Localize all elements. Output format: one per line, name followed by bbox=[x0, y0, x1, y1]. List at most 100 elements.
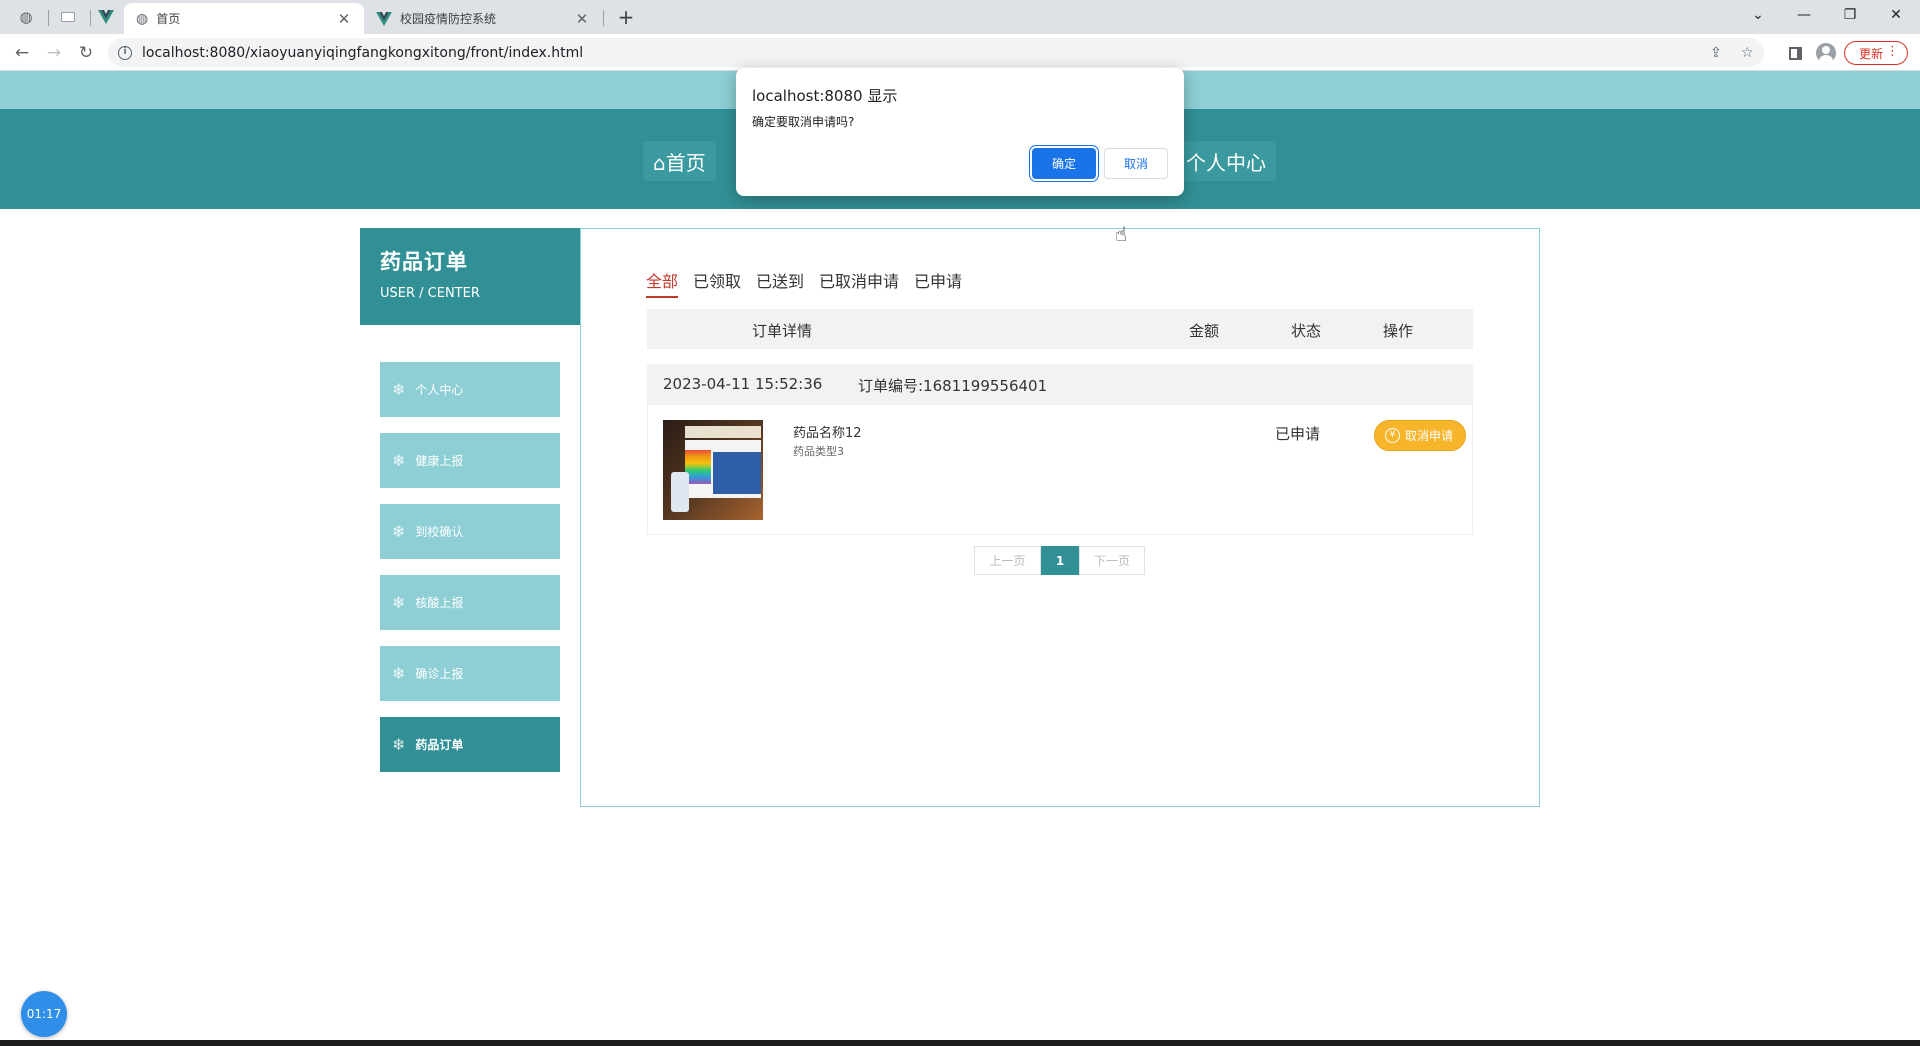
snowflake-icon: ❄ bbox=[392, 451, 406, 470]
update-button[interactable]: 更新 ⋮ bbox=[1844, 41, 1908, 65]
profile-button[interactable] bbox=[1815, 42, 1837, 64]
page-1-button[interactable]: 1 bbox=[1041, 546, 1079, 575]
tab-system[interactable]: 校园疫情防控系统 ✕ bbox=[364, 3, 602, 34]
back-button[interactable]: ← bbox=[10, 41, 34, 65]
sidebar-item-medicine-orders[interactable]: ❄ 药品订单 bbox=[380, 717, 560, 772]
tab-search-button[interactable]: ⌄ bbox=[1735, 0, 1781, 30]
product-type: 药品类型3 bbox=[793, 445, 844, 458]
tab-title: 首页 bbox=[156, 12, 181, 26]
filter-tab-cancelled[interactable]: 已取消申请 bbox=[819, 268, 899, 296]
sidepanel-icon bbox=[1788, 46, 1802, 60]
restore-button[interactable]: ❐ bbox=[1827, 0, 1873, 30]
close-icon: ✕ bbox=[1890, 7, 1902, 23]
sidepanel-button[interactable] bbox=[1784, 42, 1806, 64]
table-header: 订单详情 金额 状态 操作 bbox=[647, 309, 1473, 349]
prev-page-button[interactable]: 上一页 bbox=[974, 546, 1041, 575]
globe-icon: ◍ bbox=[136, 10, 149, 27]
restore-icon: ❐ bbox=[1843, 7, 1857, 23]
browser-toolbar: ← → ↻ i localhost:8080/xiaoyuanyiqingfan… bbox=[0, 34, 1920, 71]
snowflake-icon: ❄ bbox=[392, 593, 406, 612]
sidebar-item-label: 确诊上报 bbox=[415, 667, 464, 681]
filter-tab-applied[interactable]: 已申请 bbox=[914, 268, 962, 296]
product-name: 药品名称12 bbox=[793, 426, 862, 441]
sidebar-item-label: 到校确认 bbox=[415, 525, 464, 539]
sidebar-item-school-arrival[interactable]: ❄ 到校确认 bbox=[380, 504, 560, 559]
filter-tab-delivered[interactable]: 已送到 bbox=[756, 268, 804, 296]
filter-tab-received[interactable]: 已领取 bbox=[693, 268, 741, 296]
filter-tab-all[interactable]: 全部 bbox=[646, 268, 679, 298]
snowflake-icon: ❄ bbox=[392, 664, 406, 683]
reload-button[interactable]: ↻ bbox=[74, 41, 98, 65]
sidebar-item-label: 个人中心 bbox=[415, 383, 464, 397]
forward-button[interactable]: → bbox=[42, 41, 66, 65]
cancel-application-button[interactable]: ¥ 取消申请 bbox=[1374, 420, 1466, 451]
header-order-detail: 订单详情 bbox=[752, 322, 813, 340]
more-icon: ⋮ bbox=[1886, 44, 1899, 59]
header-action: 操作 bbox=[1383, 322, 1414, 340]
browser-tabstrip: ◍ ◍ 首页 ✕ 校园疫情防控系统 ✕ + ⌄ — ❐ ✕ bbox=[0, 0, 1920, 34]
timer-badge[interactable]: 01:17 bbox=[21, 991, 67, 1037]
address-bar[interactable]: i localhost:8080/xiaoyuanyiqingfangkongx… bbox=[108, 38, 1764, 67]
sidebar-item-user-center[interactable]: ❄ 个人中心 bbox=[380, 362, 560, 417]
sidebar-item-health-report[interactable]: ❄ 健康上报 bbox=[380, 433, 560, 488]
cancel-application-label: 取消申请 bbox=[1405, 429, 1454, 443]
nav-item-user-center[interactable]: 个人中心 bbox=[1176, 141, 1276, 181]
confirm-dialog: localhost:8080 显示 确定要取消申请吗? 确定 取消 bbox=[736, 68, 1184, 196]
dialog-title: localhost:8080 显示 bbox=[752, 87, 898, 105]
tab-title: 校园疫情防控系统 bbox=[400, 12, 497, 26]
globe-icon: ◍ bbox=[19, 8, 33, 26]
star-icon[interactable]: ☆ bbox=[1741, 38, 1754, 67]
nav-item-home[interactable]: ⌂首页 bbox=[643, 141, 716, 181]
pinned-tab-globe[interactable]: ◍ bbox=[10, 4, 42, 30]
url-text: localhost:8080/xiaoyuanyiqingfangkongxit… bbox=[142, 44, 584, 61]
vue-logo-icon bbox=[98, 10, 114, 24]
sidebar-item-label: 药品订单 bbox=[415, 738, 464, 752]
sidebar-item-label: 核酸上报 bbox=[415, 596, 464, 610]
snowflake-icon: ❄ bbox=[392, 380, 406, 399]
dialog-cancel-button[interactable]: 取消 bbox=[1104, 148, 1168, 179]
minimize-button[interactable]: — bbox=[1781, 0, 1827, 30]
order-header-row: 2023-04-11 15:52:36 订单编号:1681199556401 bbox=[647, 364, 1473, 405]
dialog-message: 确定要取消申请吗? bbox=[752, 115, 855, 129]
sidebar-subtitle: USER / CENTER bbox=[380, 286, 480, 301]
product-image-bottle bbox=[671, 472, 689, 512]
tab-close-icon[interactable]: ✕ bbox=[574, 10, 590, 28]
header-amount: 金额 bbox=[1189, 322, 1220, 340]
info-icon[interactable]: i bbox=[118, 45, 132, 60]
close-window-button[interactable]: ✕ bbox=[1873, 0, 1919, 30]
product-image[interactable] bbox=[663, 420, 763, 520]
sidebar-item-label: 健康上报 bbox=[415, 454, 464, 468]
next-page-button[interactable]: 下一页 bbox=[1079, 546, 1145, 575]
product-image-lid bbox=[685, 426, 761, 438]
new-tab-button[interactable]: + bbox=[610, 4, 642, 30]
update-label: 更新 bbox=[1859, 46, 1884, 61]
order-number: 订单编号:1681199556401 bbox=[858, 377, 1048, 395]
share-icon[interactable]: ⇪ bbox=[1710, 38, 1722, 67]
page-icon bbox=[61, 12, 75, 22]
tab-close-icon[interactable]: ✕ bbox=[336, 10, 352, 28]
minimize-icon: — bbox=[1797, 7, 1811, 23]
pinned-tab-vue[interactable] bbox=[90, 4, 122, 30]
sidebar-title: 药品订单 bbox=[380, 250, 468, 274]
order-row bbox=[647, 405, 1473, 535]
sidebar-item-diagnosis-report[interactable]: ❄ 确诊上报 bbox=[380, 646, 560, 701]
hand-cursor-icon: ☝ bbox=[1115, 222, 1128, 246]
sidebar-header: 药品订单 USER / CENTER bbox=[360, 228, 580, 325]
snowflake-icon: ❄ bbox=[392, 735, 406, 754]
sidebar-item-nucleic-report[interactable]: ❄ 核酸上报 bbox=[380, 575, 560, 630]
bottom-bar bbox=[0, 1040, 1920, 1046]
product-image-panel bbox=[713, 452, 761, 494]
avatar-icon bbox=[1816, 43, 1836, 63]
order-datetime: 2023-04-11 15:52:36 bbox=[663, 375, 823, 393]
tab-separator bbox=[48, 10, 49, 26]
chevron-down-icon: ⌄ bbox=[1752, 7, 1764, 23]
order-status: 已申请 bbox=[1275, 425, 1321, 443]
tab-home[interactable]: ◍ 首页 ✕ bbox=[124, 3, 364, 34]
header-status: 状态 bbox=[1291, 322, 1322, 340]
pinned-tab-blank[interactable] bbox=[52, 4, 84, 30]
arrow-left-icon: ← bbox=[14, 43, 30, 63]
dialog-ok-button[interactable]: 确定 bbox=[1032, 148, 1096, 179]
plus-icon: + bbox=[617, 5, 635, 29]
arrow-right-icon: → bbox=[46, 43, 62, 63]
yen-icon: ¥ bbox=[1385, 428, 1400, 443]
